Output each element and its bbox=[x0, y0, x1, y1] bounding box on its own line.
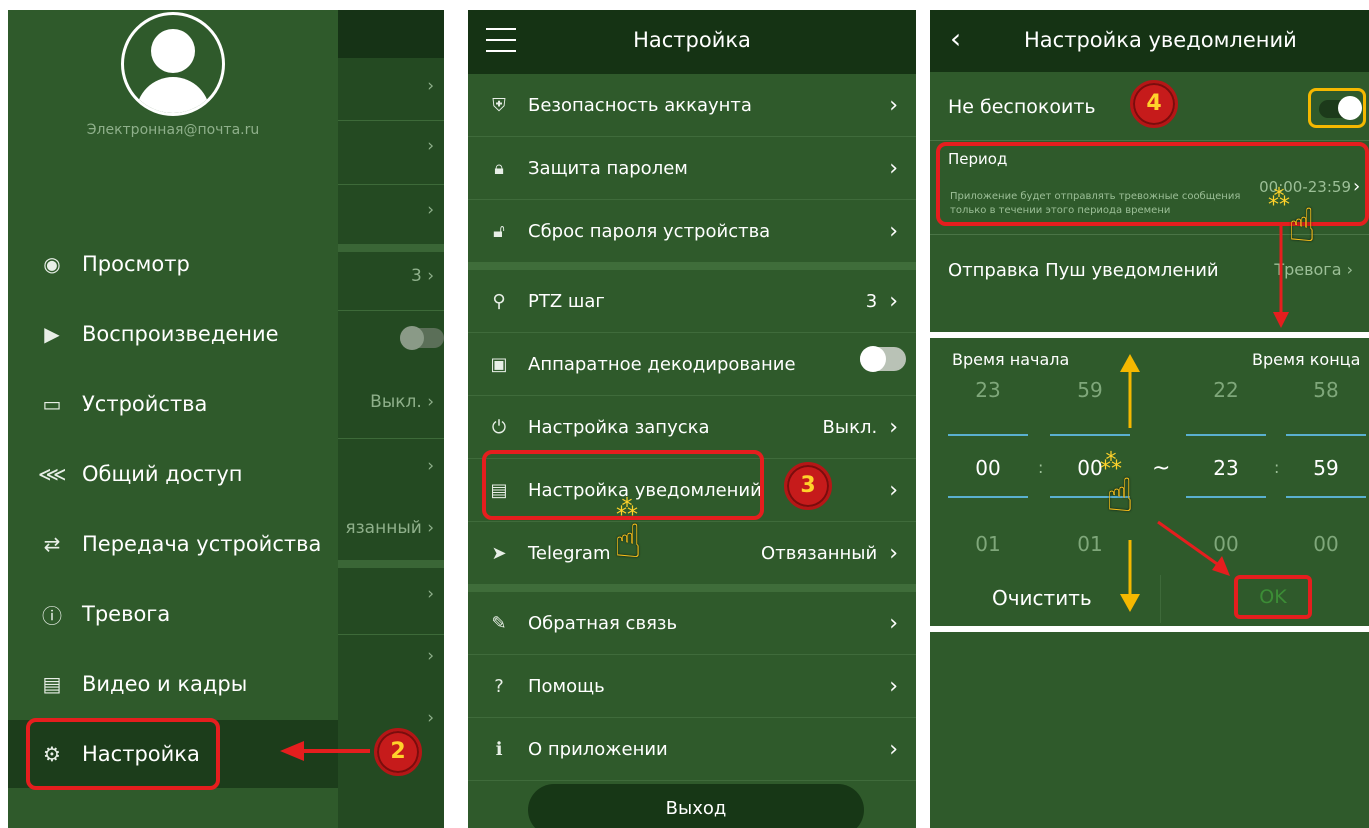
click-spark-icon: ⁂ bbox=[1100, 450, 1122, 475]
step-badge: 3 bbox=[784, 462, 832, 510]
nav-drawer-panel: › › › 3 › Выкл. › › язанный › › › › Элек… bbox=[8, 10, 444, 828]
click-spark-icon: ⁂ bbox=[616, 496, 638, 521]
setting-password-protection[interactable]: 🔒︎ Защита паролем › bbox=[468, 137, 916, 200]
section-divider bbox=[468, 262, 916, 270]
shield-icon: ⛨ bbox=[492, 94, 506, 116]
step-badge: 2 bbox=[374, 728, 422, 776]
scroll-arrow-head bbox=[1120, 354, 1140, 372]
info-icon: ℹ bbox=[495, 738, 503, 760]
decode-icon: ▣ bbox=[490, 353, 508, 375]
logout-button[interactable]: Выход bbox=[528, 784, 864, 828]
row-label: Аппаратное декодирование bbox=[528, 353, 796, 375]
lock-icon: 🔒︎ bbox=[494, 157, 504, 179]
row-label: О приложении bbox=[528, 738, 668, 760]
row-label: Защита паролем bbox=[528, 157, 688, 179]
hw-decoding-toggle[interactable] bbox=[860, 346, 906, 372]
chevron-right-icon: › bbox=[889, 218, 898, 244]
row-label: Обратная связь bbox=[528, 612, 678, 634]
feedback-icon: ✎ bbox=[491, 612, 507, 634]
row-value: 3 bbox=[865, 290, 878, 312]
chevron-right-icon: › bbox=[889, 288, 898, 314]
row-label: Telegram bbox=[528, 542, 611, 564]
setting-about[interactable]: ℹ О приложении › bbox=[468, 718, 916, 781]
chevron-right-icon: › bbox=[889, 736, 898, 762]
telegram-icon: ➤ bbox=[491, 542, 507, 564]
section-divider bbox=[468, 584, 916, 592]
setting-ptz-step[interactable]: ⚲ PTZ шаг 3 › bbox=[468, 270, 916, 333]
chevron-right-icon: › bbox=[889, 477, 898, 503]
chevron-right-icon: › bbox=[889, 92, 898, 118]
arrow-overlay bbox=[280, 741, 370, 761]
callout-arrow-head bbox=[1273, 312, 1289, 328]
callout-arrow-head bbox=[1212, 556, 1230, 576]
notification-settings-panel: ‹ Настройка уведомлений Не беспокоить Пе… bbox=[930, 10, 1369, 828]
page-title: Настройка bbox=[633, 28, 751, 52]
row-label: PTZ шаг bbox=[528, 290, 605, 312]
row-label: Безопасность аккаунта bbox=[528, 94, 752, 116]
setting-account-security[interactable]: ⛨ Безопасность аккаунта › bbox=[468, 74, 916, 137]
chevron-right-icon: › bbox=[889, 673, 898, 699]
chevron-right-icon: › bbox=[889, 540, 898, 566]
setting-device-password-reset[interactable]: 🔓︎ Сброс пароля устройства › bbox=[468, 200, 916, 263]
callout-arrow-line bbox=[1157, 520, 1221, 568]
settings-topbar: Настройка bbox=[468, 10, 916, 74]
help-icon: ? bbox=[494, 675, 504, 697]
row-label: Настройка запуска bbox=[528, 416, 710, 438]
scroll-arrow-head bbox=[1120, 594, 1140, 612]
callout-arrow-head bbox=[280, 741, 304, 761]
setting-feedback[interactable]: ✎ Обратная связь › bbox=[468, 592, 916, 655]
pointer-hand-icon: ☝ bbox=[1106, 468, 1135, 522]
setting-telegram[interactable]: ➤ Telegram Отвязанный › bbox=[468, 522, 916, 585]
chevron-right-icon: › bbox=[889, 610, 898, 636]
lock-reset-icon: 🔓︎ bbox=[493, 220, 505, 242]
settings-panel: Настройка ⛨ Безопасность аккаунта › 🔒︎ З… bbox=[468, 10, 916, 828]
setting-help[interactable]: ? Помощь › bbox=[468, 655, 916, 718]
arrow-overlay bbox=[1120, 224, 1289, 612]
chevron-right-icon: › bbox=[889, 414, 898, 440]
setting-hw-decoding: ▣ Аппаратное декодирование bbox=[468, 333, 916, 396]
row-label: Сброс пароля устройства bbox=[528, 220, 771, 242]
ptz-icon: ⚲ bbox=[492, 290, 506, 312]
pointer-hand-icon: ☝ bbox=[614, 514, 643, 568]
chevron-right-icon: › bbox=[889, 155, 898, 181]
power-icon: ⏻ bbox=[491, 416, 507, 438]
row-value: Отвязанный bbox=[761, 542, 878, 564]
row-label: Помощь bbox=[528, 675, 605, 697]
row-value: Выкл. bbox=[822, 416, 878, 438]
